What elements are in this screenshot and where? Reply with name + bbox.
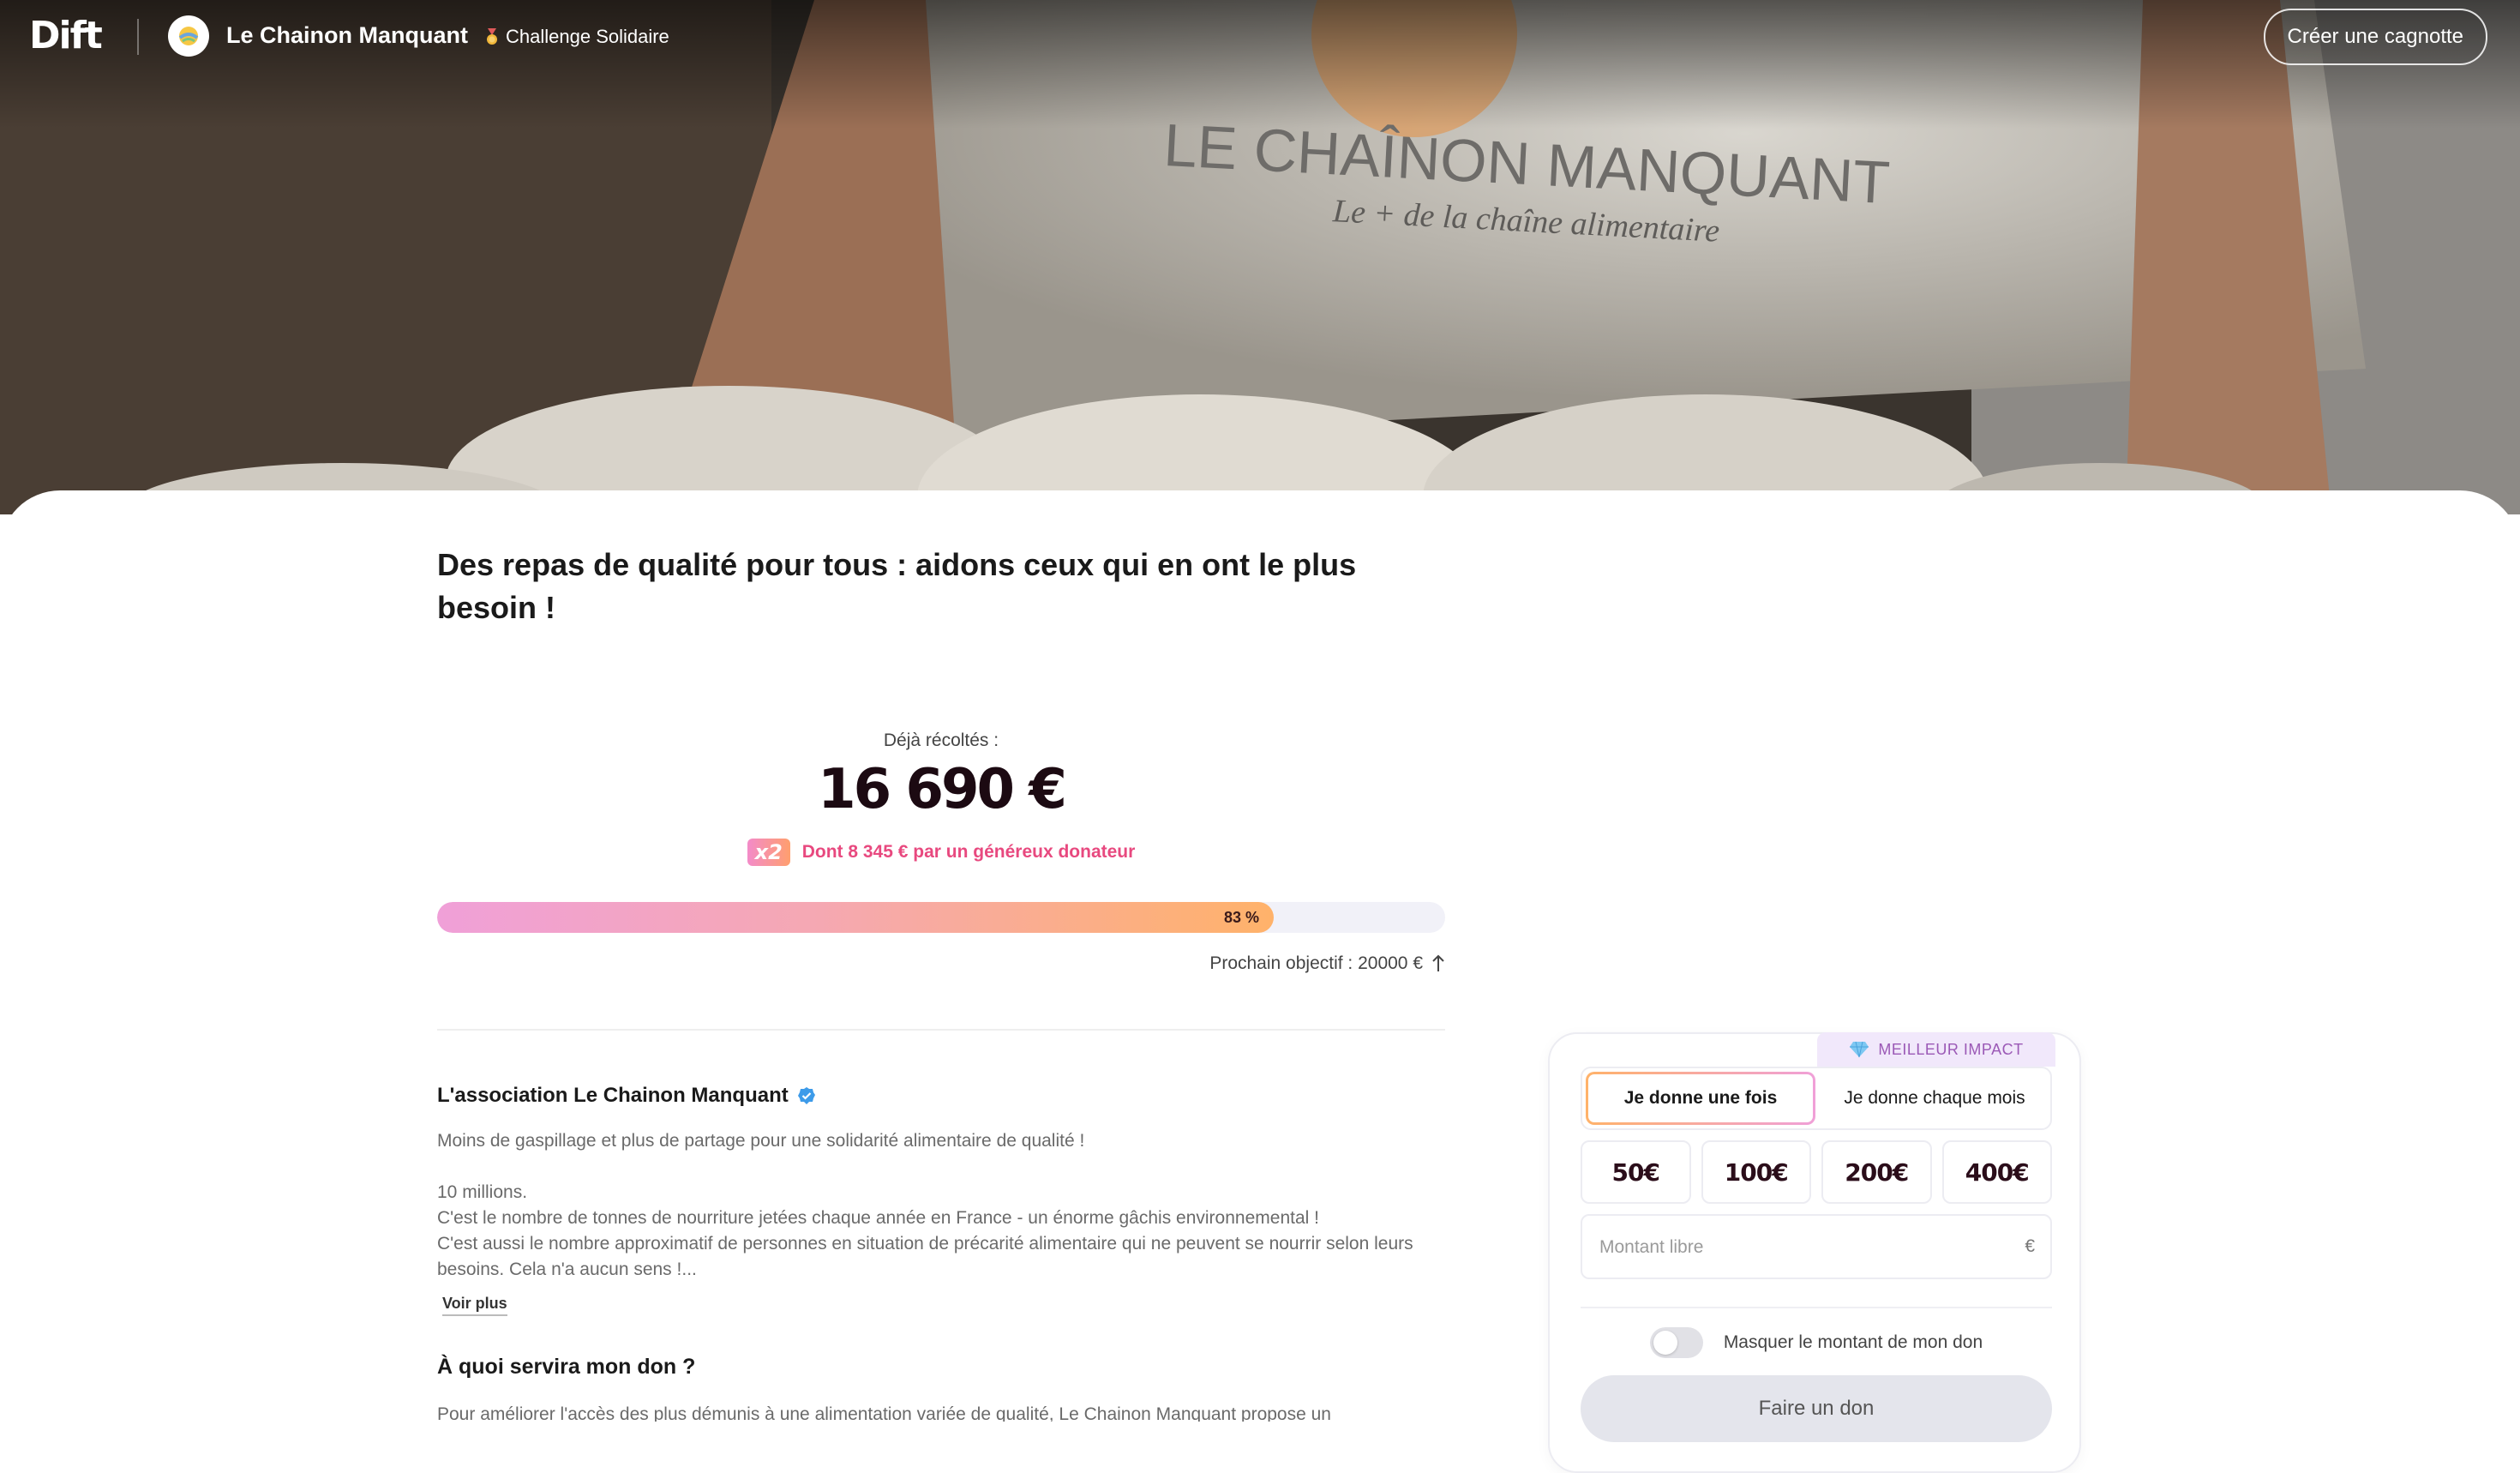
frequency-selector: Je donne une fois Je donne chaque mois <box>1581 1067 2052 1130</box>
description-paragraph: Moins de gaspillage et plus de partage p… <box>437 1131 1085 1151</box>
section-divider <box>437 1029 1445 1031</box>
description-paragraph: C'est aussi le nombre approximatif de pe… <box>437 1234 1413 1279</box>
diamond-icon <box>1850 1041 1869 1058</box>
org-avatar <box>168 15 209 57</box>
amount-200-button[interactable]: 200€ <box>1821 1140 1932 1204</box>
challenge-badge: Challenge Solidaire <box>485 26 669 48</box>
top-navigation: Dift Le Chainon Manquant Challenge Solid… <box>0 0 2520 74</box>
hero-banner: LE CHAÎNON MANQUANT Le + de la chaîne al… <box>0 0 2520 514</box>
org-logo-icon <box>178 27 199 45</box>
donate-button[interactable]: Faire un don <box>1581 1375 2052 1442</box>
amount-100-button[interactable]: 100€ <box>1701 1140 1811 1204</box>
org-name: Le Chainon Manquant <box>226 22 468 48</box>
campaign-section: Des repas de qualité pour tous : aidons … <box>437 544 1445 1422</box>
progress-fill <box>437 902 1274 933</box>
hero-photo: LE CHAÎNON MANQUANT Le + de la chaîne al… <box>0 0 2520 514</box>
matched-donation-info: x2 Dont 8 345 € par un généreux donateur <box>437 839 1445 866</box>
arrow-up-icon <box>1432 954 1444 971</box>
currency-symbol: € <box>2025 1236 2035 1256</box>
hide-amount-label: Masquer le montant de mon don <box>1723 1332 1983 1352</box>
amount-50-button[interactable]: 50€ <box>1581 1140 1691 1204</box>
hide-amount-toggle[interactable] <box>1649 1327 1703 1358</box>
monthly-donation-tab[interactable]: Je donne chaque mois <box>1821 1072 2049 1125</box>
medal-icon <box>487 28 497 45</box>
progress-bar: 83 % <box>437 902 1445 933</box>
preset-amounts: 50€ 100€ 200€ 400€ <box>1581 1140 2052 1204</box>
association-name: L'association Le Chainon Manquant <box>437 1084 789 1107</box>
best-impact-label: MEILLEUR IMPACT <box>1878 1040 2024 1058</box>
best-impact-badge: MEILLEUR IMPACT <box>1817 1032 2055 1067</box>
dift-logo[interactable]: Dift <box>29 14 103 57</box>
amount-400-button[interactable]: 400€ <box>1941 1140 2052 1204</box>
header-divider <box>137 19 139 55</box>
donation-usage-text: Pour améliorer l'accès des plus démunis … <box>437 1404 1331 1422</box>
free-amount-field: € <box>1581 1214 2052 1279</box>
challenge-label: Challenge Solidaire <box>506 26 669 47</box>
card-divider <box>1581 1307 2052 1308</box>
raised-label: Déjà récoltés : <box>883 730 999 750</box>
donation-card: MEILLEUR IMPACT Je donne une fois Je don… <box>1548 1032 2081 1473</box>
next-goal: Prochain objectif : 20000 € <box>1209 953 1445 974</box>
description-paragraph: C'est le nombre de tonnes de nourriture … <box>437 1208 1319 1228</box>
toggle-knob <box>1653 1331 1677 1355</box>
association-description: Moins de gaspillage et plus de partage p… <box>437 1128 1445 1283</box>
association-title: L'association Le Chainon Manquant <box>437 1084 816 1108</box>
description-paragraph: 10 millions. <box>437 1182 528 1202</box>
create-fundraiser-button[interactable]: Créer une cagnotte <box>2263 9 2487 65</box>
one-time-donation-tab[interactable]: Je donne une fois <box>1586 1072 1815 1125</box>
progress-percent: 83 % <box>1224 909 1260 926</box>
next-goal-text: Prochain objectif : 20000 € <box>1209 953 1423 973</box>
donation-usage-title: À quoi servira mon don ? <box>437 1355 696 1379</box>
raised-amount: 16 690 € <box>818 758 1067 821</box>
see-more-link[interactable]: Voir plus <box>442 1295 507 1316</box>
matched-donation-text: Dont 8 345 € par un généreux donateur <box>801 842 1136 862</box>
campaign-title: Des repas de qualité pour tous : aidons … <box>437 547 1357 625</box>
hide-amount-row: Masquer le montant de mon don <box>1581 1326 2052 1360</box>
free-amount-input[interactable] <box>1598 1216 2013 1279</box>
verified-badge-icon <box>797 1087 815 1104</box>
main-content: Des repas de qualité pour tous : aidons … <box>0 490 2520 1473</box>
x2-multiplier-icon: x2 <box>747 839 790 866</box>
